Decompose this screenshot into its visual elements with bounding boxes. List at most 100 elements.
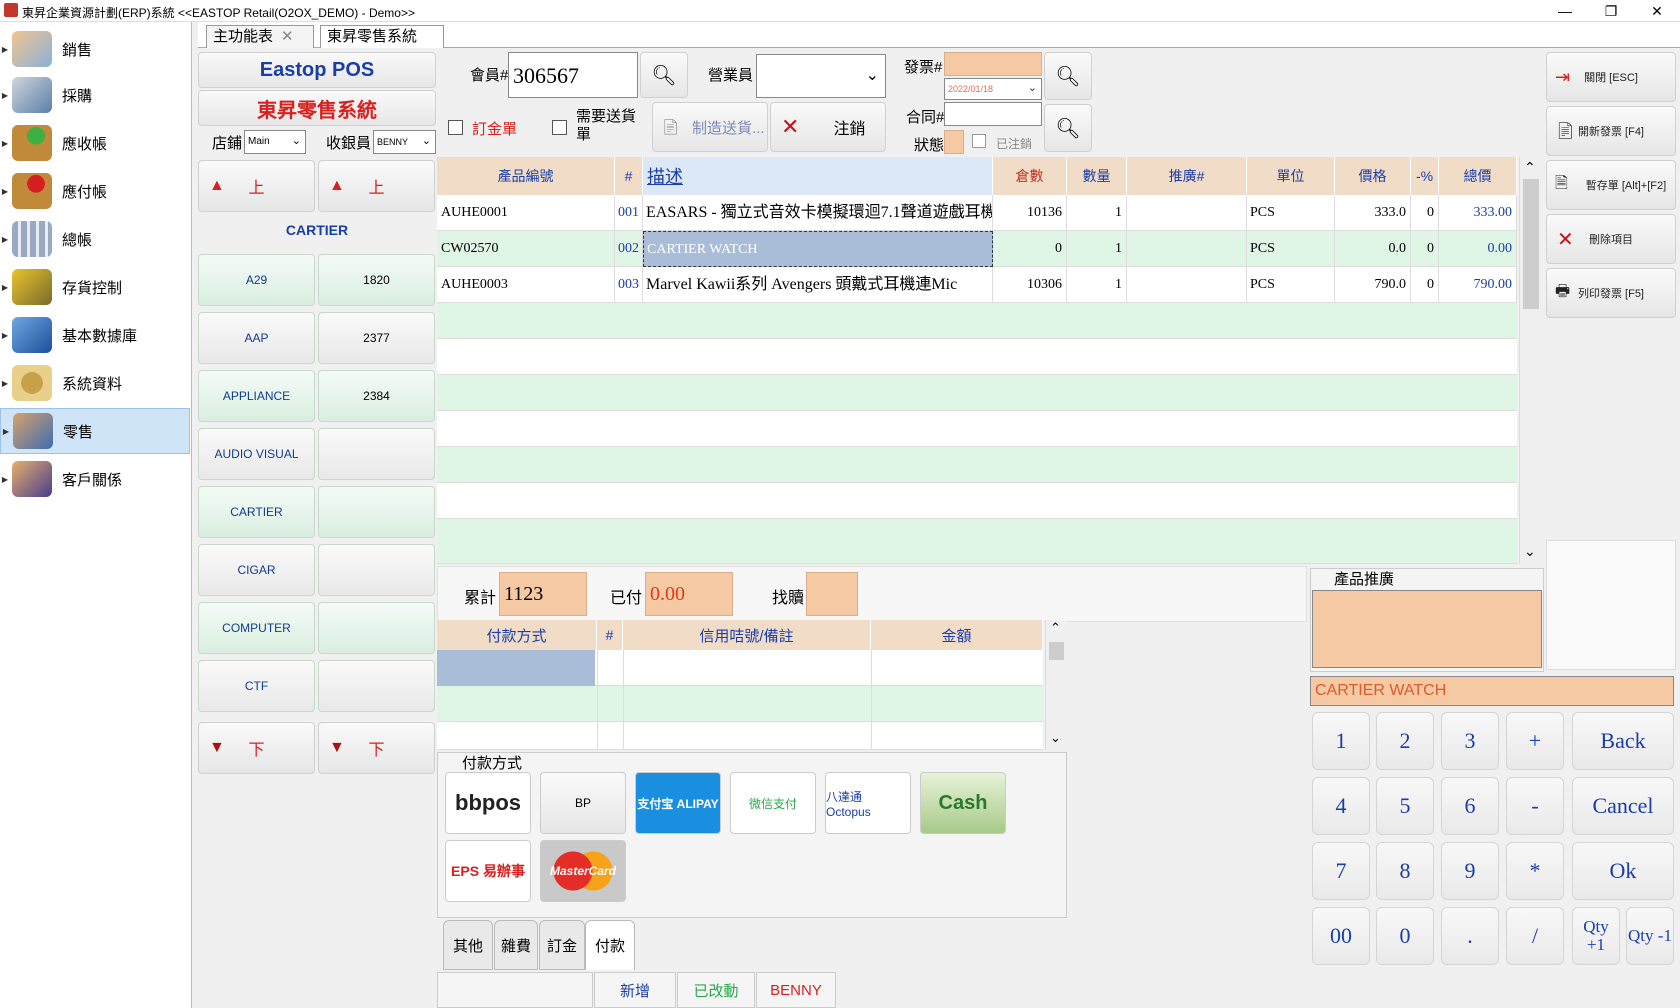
sidebar-item-crm[interactable]: ▶ 客戶關係 — [0, 456, 190, 502]
category-button[interactable]: CARTIER — [198, 486, 315, 538]
category-button[interactable]: COMPUTER — [198, 602, 315, 654]
invoice-date[interactable]: 2022/01/18 ⌄ — [944, 78, 1042, 100]
key-back[interactable]: Back — [1572, 712, 1674, 770]
table-row[interactable] — [437, 375, 1517, 411]
col-header-stock[interactable]: 倉數 — [993, 157, 1067, 195]
table-row[interactable] — [437, 650, 1043, 686]
sidebar-item-payable[interactable]: ▶ 應付帳 — [0, 168, 190, 214]
key-qty-minus[interactable]: Qty -1 — [1626, 907, 1674, 965]
key-00[interactable]: 00 — [1312, 907, 1370, 965]
deposit-checkbox[interactable] — [448, 120, 463, 135]
category-button[interactable]: AUDIO VISUAL — [198, 428, 315, 480]
col-header-price[interactable]: 價格 — [1335, 157, 1411, 195]
delete-item-button[interactable]: ✕ 刪除項目 — [1546, 214, 1676, 264]
category-button[interactable] — [318, 486, 435, 538]
sidebar-item-ledger[interactable]: ▶ 總帳 — [0, 216, 190, 262]
col-header-qty[interactable]: 數量 — [1067, 157, 1127, 195]
restore-button[interactable]: ❐ — [1588, 0, 1634, 22]
table-row[interactable] — [437, 686, 1043, 722]
store-select[interactable]: Main ⌄ — [244, 130, 306, 154]
col-header-total[interactable]: 總價 — [1439, 157, 1517, 195]
cancel-document-button[interactable]: ✕ 注銷 — [770, 102, 886, 152]
col-header-pay-no[interactable]: # — [597, 620, 623, 650]
category-up-right-button[interactable]: ▲ 上 — [318, 160, 435, 212]
sidebar-item-retail[interactable]: ▶ 零售 — [0, 408, 190, 454]
category-button[interactable]: APPLIANCE — [198, 370, 315, 422]
payment-scrollbar[interactable]: ⌃ ⌄ — [1045, 620, 1067, 750]
sidebar-item-system[interactable]: ▶ 系統資料 — [0, 360, 190, 406]
key-6[interactable]: 6 — [1441, 777, 1499, 835]
member-input[interactable]: 306567 — [508, 52, 638, 98]
category-up-left-button[interactable]: ▲ 上 — [198, 160, 315, 212]
contract-input[interactable] — [944, 102, 1042, 126]
sidebar-item-purchase[interactable]: ▶ 採購 — [0, 72, 190, 118]
tab-retail-system[interactable]: 東昇零售系統✕ — [320, 25, 444, 66]
key-2[interactable]: 2 — [1376, 712, 1434, 770]
bp-button[interactable]: BP — [540, 772, 626, 834]
col-header-unit[interactable]: 單位 — [1247, 157, 1335, 195]
octopus-button[interactable]: 八達通 Octopus — [825, 772, 911, 834]
category-button[interactable]: AAP — [198, 312, 315, 364]
hold-invoice-button[interactable]: 🗎︎ 暫存單 [Alt]+[F2] — [1546, 160, 1676, 210]
key-0[interactable]: 0 — [1376, 907, 1434, 965]
print-invoice-button[interactable]: 🖶︎ 列印發票 [F5] — [1546, 268, 1676, 318]
category-button[interactable]: CTF — [198, 660, 315, 712]
selected-cell[interactable]: CARTIER WATCH — [643, 231, 993, 267]
sidebar-item-database[interactable]: ▶ 基本數據庫 — [0, 312, 190, 358]
close-esc-button[interactable]: ⇥ 關閉 [ESC] — [1546, 52, 1676, 102]
table-row[interactable]: AUHE0003 003 Marvel Kawii系列 Avengers 頭戴式… — [437, 267, 1517, 303]
delivery-checkbox[interactable] — [552, 120, 567, 135]
key-5[interactable]: 5 — [1376, 777, 1434, 835]
alipay-button[interactable]: 支付宝 ALIPAY — [635, 772, 721, 834]
tab-payment[interactable]: 付款 — [585, 920, 635, 970]
scroll-down-icon[interactable]: ⌄ — [1050, 730, 1061, 746]
scroll-up-icon[interactable]: ⌃ — [1050, 620, 1061, 636]
tab-misc-fee[interactable]: 雜費 — [494, 920, 538, 970]
key-7[interactable]: 7 — [1312, 842, 1370, 900]
category-button[interactable] — [318, 428, 435, 480]
table-row[interactable] — [437, 339, 1517, 375]
table-row[interactable]: AUHE0001 001 EASARS - 獨立式音效卡模擬環迴7.1聲道遊戲耳… — [437, 195, 1517, 231]
key-minus[interactable]: - — [1506, 777, 1564, 835]
wechat-pay-button[interactable]: 微信支付 — [730, 772, 816, 834]
cashier-select[interactable]: BENNY ⌄ — [373, 130, 436, 154]
col-header-discount[interactable]: -% — [1411, 157, 1439, 195]
scroll-up-icon[interactable]: ⌃ — [1524, 159, 1536, 176]
sidebar-item-sales[interactable]: ▶ 銷售 — [0, 26, 190, 72]
invoice-input[interactable] — [944, 52, 1042, 76]
table-row[interactable] — [437, 519, 1517, 564]
category-button[interactable]: 2384 — [318, 370, 435, 422]
col-header-desc[interactable]: 描述 — [643, 157, 993, 195]
close-window-button[interactable]: ✕ — [1634, 0, 1680, 22]
contract-search-button[interactable]: 🔍︎ — [1044, 104, 1092, 152]
minimize-button[interactable]: — — [1542, 0, 1588, 22]
cash-button[interactable]: Cash — [920, 772, 1006, 834]
table-row[interactable] — [437, 447, 1517, 483]
tab-deposit[interactable]: 訂金 — [539, 920, 585, 970]
col-header-no[interactable]: # — [615, 157, 643, 195]
category-button[interactable]: 2377 — [318, 312, 435, 364]
table-row[interactable] — [437, 483, 1517, 519]
col-header-promo[interactable]: 推廣# — [1127, 157, 1247, 195]
selected-cell[interactable] — [437, 650, 595, 686]
voided-checkbox[interactable] — [972, 134, 986, 148]
col-header-amount[interactable]: 金額 — [871, 620, 1043, 650]
key-qty-plus[interactable]: Qty +1 — [1572, 907, 1620, 965]
key-9[interactable]: 9 — [1441, 842, 1499, 900]
tab-other[interactable]: 其他 — [443, 920, 493, 970]
category-button[interactable]: 1820 — [318, 254, 435, 306]
key-3[interactable]: 3 — [1441, 712, 1499, 770]
scroll-thumb[interactable] — [1049, 642, 1064, 660]
eps-button[interactable]: EPS 易辦事 — [445, 840, 531, 902]
category-button[interactable]: CIGAR — [198, 544, 315, 596]
category-button[interactable] — [318, 544, 435, 596]
make-delivery-button[interactable]: 📄︎ 制造送貨... — [652, 102, 768, 152]
salesman-select[interactable]: ⌄ — [756, 54, 886, 98]
table-row[interactable] — [437, 722, 1043, 750]
table-row[interactable]: CW02570 002 CARTIER WATCH 0 1 PCS 0.0 0 … — [437, 231, 1517, 267]
new-invoice-button[interactable]: 📄︎ 開新發票 [F4] — [1546, 106, 1676, 156]
bbpos-button[interactable]: bbpos — [445, 772, 531, 834]
col-header-code[interactable]: 產品編號 — [437, 157, 615, 195]
key-1[interactable]: 1 — [1312, 712, 1370, 770]
scroll-down-icon[interactable]: ⌄ — [1524, 543, 1536, 560]
